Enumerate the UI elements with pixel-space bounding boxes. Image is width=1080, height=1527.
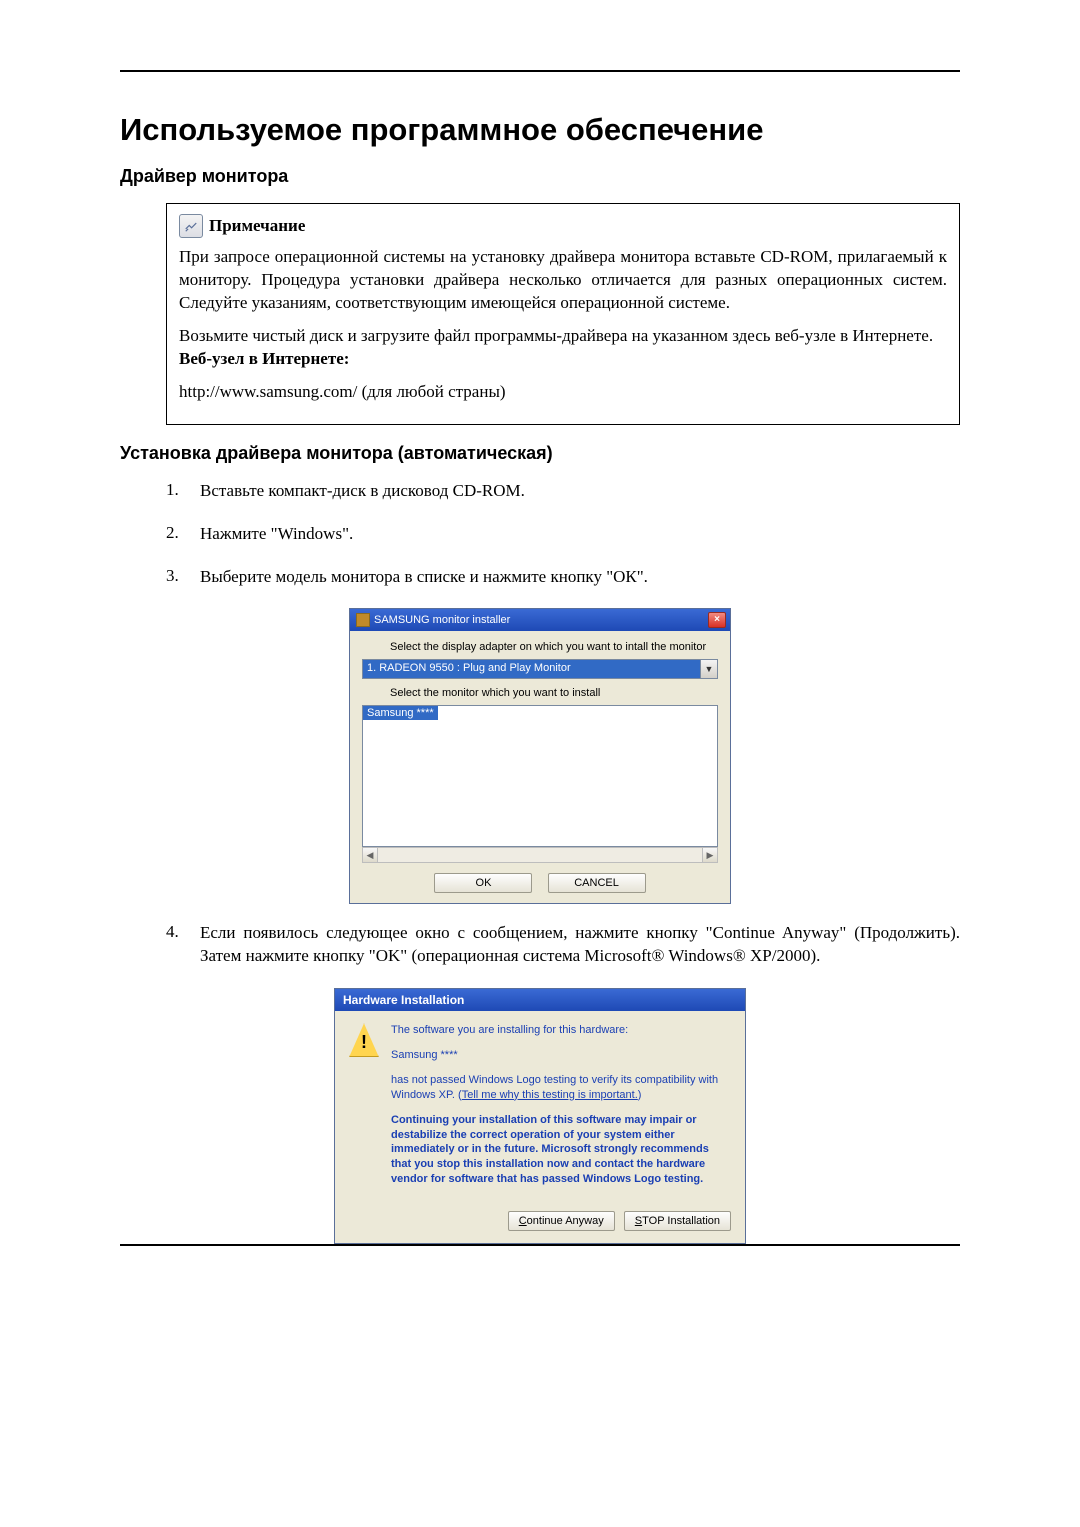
note-paragraph-2-text: Возьмите чистый диск и загрузите файл пр… [179, 326, 933, 345]
scroll-right-icon[interactable]: ▶ [702, 848, 717, 862]
stop-installation-button[interactable]: STOP Installation [624, 1211, 731, 1231]
note-icon [179, 214, 203, 238]
hw-line-3: has not passed Windows Logo testing to v… [391, 1073, 731, 1103]
section-driver-monitor: Драйвер монитора [120, 166, 960, 187]
horizontal-scrollbar[interactable]: ◀ ▶ [362, 847, 718, 863]
note-label: Примечание [209, 216, 305, 236]
step-3: 3. Выберите модель монитора в списке и н… [166, 566, 960, 589]
step-1: 1. Вставьте компакт-диск в дисковод CD-R… [166, 480, 960, 503]
note-website-label: Веб-узел в Интернете: [179, 349, 349, 368]
installer-title: SAMSUNG monitor installer [374, 614, 510, 626]
scroll-track[interactable] [378, 848, 702, 862]
step-text: Вставьте компакт-диск в дисковод CD-ROM. [200, 480, 960, 503]
step-text: Нажмите "Windows". [200, 523, 960, 546]
note-paragraph-2: Возьмите чистый диск и загрузите файл пр… [179, 325, 947, 371]
step-text: Выберите модель монитора в списке и нажм… [200, 566, 960, 589]
cancel-button[interactable]: CANCEL [548, 873, 646, 893]
installer-label-adapter: Select the display adapter on which you … [390, 641, 718, 653]
bottom-rule [120, 1244, 960, 1246]
close-button[interactable]: × [708, 612, 726, 628]
adapter-select-value: 1. RADEON 9550 : Plug and Play Monitor [363, 660, 700, 678]
ordered-steps: 1. Вставьте компакт-диск в дисковод CD-R… [166, 480, 960, 589]
scroll-left-icon[interactable]: ◀ [363, 848, 378, 862]
chevron-down-icon[interactable]: ▼ [700, 660, 717, 678]
step-4: 4. Если появилось следующее окно с сообщ… [166, 922, 960, 968]
step-number: 2. [166, 523, 200, 546]
note-paragraph-1: При запросе операционной системы на уста… [179, 246, 947, 315]
section-install-auto: Установка драйвера монитора (автоматичес… [120, 443, 960, 464]
hw-line-1: The software you are installing for this… [391, 1023, 731, 1038]
installer-dialog: SAMSUNG monitor installer × Select the d… [349, 608, 731, 904]
step-2: 2. Нажмите "Windows". [166, 523, 960, 546]
adapter-select[interactable]: 1. RADEON 9550 : Plug and Play Monitor ▼ [362, 659, 718, 679]
ok-button[interactable]: OK [434, 873, 532, 893]
step-number: 1. [166, 480, 200, 503]
monitor-list[interactable]: Samsung **** [362, 705, 718, 847]
step-number: 4. [166, 922, 200, 968]
step-text: Если появилось следующее окно с сообщени… [200, 922, 960, 968]
top-rule [120, 70, 960, 72]
hardware-installation-dialog: Hardware Installation ! The software you… [334, 988, 746, 1244]
hw-line-2: Samsung **** [391, 1048, 731, 1063]
monitor-list-item[interactable]: Samsung **** [363, 706, 438, 720]
installer-app-icon [356, 613, 370, 627]
installer-label-monitor: Select the monitor which you want to ins… [390, 687, 718, 699]
hw-titlebar: Hardware Installation [335, 989, 745, 1011]
hw-line-3b: ) [638, 1089, 642, 1101]
note-heading: Примечание [179, 214, 947, 238]
page-title: Используемое программное обеспечение [120, 112, 960, 148]
note-box: Примечание При запросе операционной сист… [166, 203, 960, 425]
ordered-steps-continued: 4. Если появилось следующее окно с сообщ… [166, 922, 960, 968]
warning-icon: ! [349, 1023, 379, 1057]
hw-testing-link[interactable]: Tell me why this testing is important. [462, 1089, 638, 1101]
installer-titlebar: SAMSUNG monitor installer × [350, 609, 730, 631]
step-number: 3. [166, 566, 200, 589]
continue-anyway-button[interactable]: Continue Anyway [508, 1211, 615, 1231]
hw-line-4: Continuing your installation of this sof… [391, 1113, 731, 1187]
note-url: http://www.samsung.com/ (для любой стран… [179, 381, 947, 404]
